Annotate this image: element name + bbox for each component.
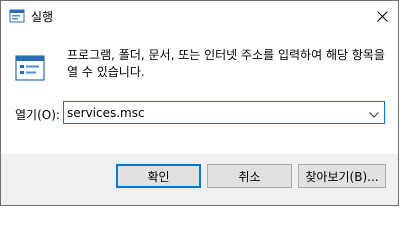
window-title: 실행 (31, 10, 54, 24)
open-combobox[interactable] (63, 101, 385, 124)
ok-button[interactable]: 확인 (116, 164, 201, 188)
chevron-down-icon (369, 103, 379, 122)
dialog-description: 프로그램, 폴더, 문서, 또는 인터넷 주소를 입력하여 해당 항목을 열 수… (67, 48, 385, 79)
browse-button[interactable]: 찾아보기(B)... (298, 164, 386, 188)
cancel-button[interactable]: 취소 (207, 164, 292, 188)
open-label: 열기(O): (15, 108, 60, 122)
dialog-body: 프로그램, 폴더, 문서, 또는 인터넷 주소를 입력하여 해당 항목을 열 수… (1, 31, 398, 154)
run-dialog: 실행 프로그램, 폴더, 문서, 또는 인터넷 주소를 입력하여 해당 항목을 … (0, 0, 399, 206)
run-window-icon (15, 53, 45, 83)
close-button[interactable] (366, 1, 398, 31)
open-input[interactable] (67, 104, 357, 121)
dropdown-button[interactable] (364, 102, 384, 123)
close-icon (376, 7, 388, 26)
run-app-icon (9, 8, 25, 24)
button-bar: 확인 취소 찾아보기(B)... (1, 154, 398, 205)
title-bar[interactable]: 실행 (1, 1, 398, 31)
